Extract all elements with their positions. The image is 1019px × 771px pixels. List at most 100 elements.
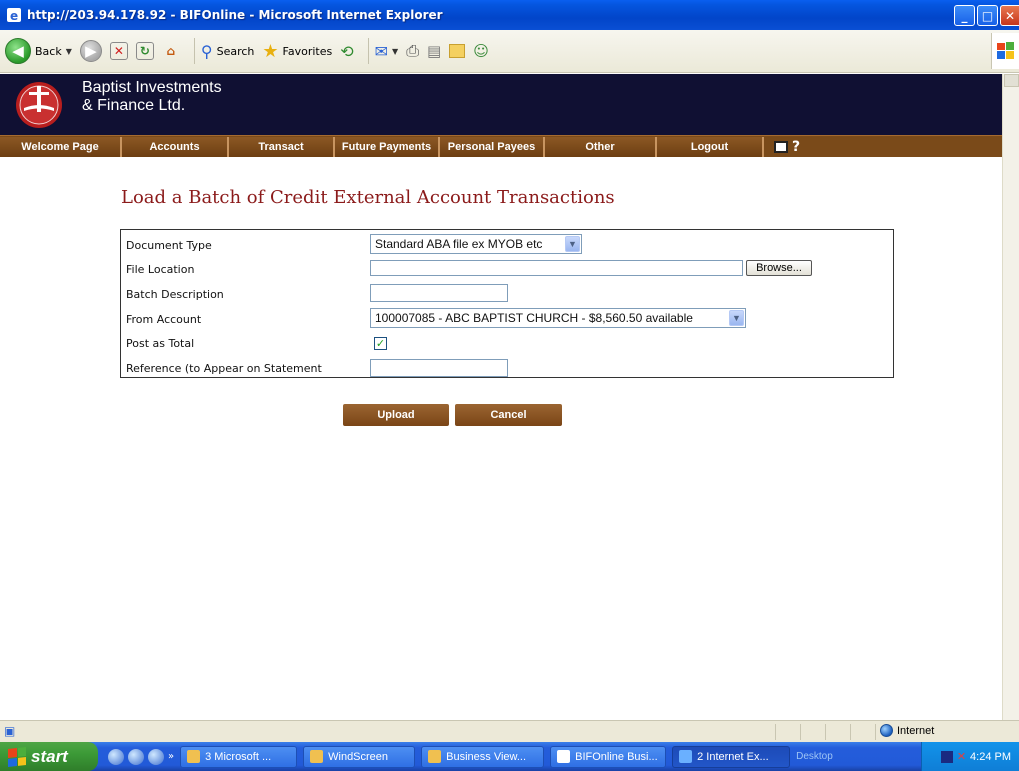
app-icon xyxy=(310,750,324,763)
document-type-value: Standard ABA file ex MYOB etc xyxy=(375,237,543,251)
taskbar-button-label: 2 Internet Ex... xyxy=(697,750,769,763)
nav-future-payments[interactable]: Future Payments xyxy=(335,136,440,157)
refresh-button[interactable]: ↻ xyxy=(135,42,154,60)
notes-button[interactable] xyxy=(449,44,466,58)
page-title: Load a Batch of Credit External Account … xyxy=(121,187,615,208)
taskbar-button-business-view[interactable]: Business View... xyxy=(421,745,545,768)
status-divider xyxy=(800,724,801,740)
help-icon[interactable]: ? xyxy=(792,139,800,155)
window-titlebar: e http://203.94.178.92 - BIFOnline - Mic… xyxy=(0,0,1019,30)
taskbar-button-label: BIFOnline Busi... xyxy=(575,750,658,763)
tray-network-icon[interactable]: ✕ xyxy=(957,750,966,763)
vertical-scrollbar[interactable] xyxy=(1002,74,1019,720)
post-as-total-label: Post as Total xyxy=(126,336,195,350)
security-zone: Internet xyxy=(880,724,934,737)
page-status-icon: ▣ xyxy=(4,724,16,738)
desktop-toolbar-label[interactable]: Desktop xyxy=(796,751,833,762)
from-account-select[interactable]: 100007085 - ABC BAPTIST CHURCH - $8,560.… xyxy=(370,308,746,328)
toolbar-separator xyxy=(367,38,369,64)
ie-icon: e xyxy=(7,8,21,23)
forward-button[interactable]: ▶ xyxy=(79,40,102,62)
taskbar-button-label: Business View... xyxy=(446,750,527,763)
bank-name-line1: Baptist Investments xyxy=(82,79,222,96)
document-type-label: Document Type xyxy=(126,238,212,252)
reference-label: Reference (to Appear on Statement xyxy=(126,361,322,375)
tray-icon[interactable] xyxy=(940,750,953,763)
nav-accounts[interactable]: Accounts xyxy=(122,136,229,157)
taskbar-button-label: WindScreen xyxy=(328,750,389,763)
quick-launch-icon[interactable] xyxy=(148,748,164,765)
file-location-input[interactable] xyxy=(370,260,743,276)
window-title: http://203.94.178.92 - BIFOnline - Micro… xyxy=(27,8,443,22)
home-icon: ⌂ xyxy=(166,44,176,58)
site-nav: Welcome Page Accounts Transact Future Pa… xyxy=(0,135,1002,157)
favorites-label: Favorites xyxy=(282,44,333,58)
messenger-button[interactable]: ☺ xyxy=(473,42,489,60)
from-account-label: From Account xyxy=(126,312,202,326)
taskbar-button-internet-explorer[interactable]: 2 Internet Ex... xyxy=(672,745,791,768)
chevron-down-icon: ▼ xyxy=(729,310,744,326)
app-icon xyxy=(187,750,201,763)
toolbar-separator xyxy=(193,38,195,64)
messenger-icon: ☺ xyxy=(473,42,489,60)
forward-arrow-icon: ▶ xyxy=(79,40,102,62)
start-label: start xyxy=(31,746,68,766)
search-button[interactable]: ⚲ Search xyxy=(201,42,255,61)
home-button[interactable]: ⌂ xyxy=(162,42,180,60)
batch-upload-form: Document Type Standard ABA file ex MYOB … xyxy=(120,229,894,378)
nav-transact[interactable]: Transact xyxy=(229,136,335,157)
search-icon: ⚲ xyxy=(200,41,213,61)
mail-button[interactable]: ✉ ▼ xyxy=(375,42,399,61)
taskbar-button-bifonline[interactable]: BIFOnline Busi... xyxy=(550,745,667,768)
nav-welcome-page[interactable]: Welcome Page xyxy=(0,136,122,157)
history-button[interactable]: ⟲ xyxy=(340,42,353,61)
quick-launch-icon[interactable] xyxy=(128,748,144,765)
edit-button[interactable]: ▤ xyxy=(427,42,441,60)
nav-other[interactable]: Other xyxy=(545,136,657,157)
status-divider xyxy=(850,724,851,740)
close-button[interactable]: ✕ xyxy=(1000,5,1019,26)
print-button[interactable]: ⎙ xyxy=(406,41,419,61)
upload-button[interactable]: Upload xyxy=(343,404,449,426)
site-banner: Baptist Investments & Finance Ltd. xyxy=(0,74,1002,135)
page-viewport: Baptist Investments & Finance Ltd. Welco… xyxy=(0,74,1019,720)
file-location-label: File Location xyxy=(126,262,195,276)
checkmark-icon: ✓ xyxy=(375,337,386,350)
batch-description-input[interactable] xyxy=(370,284,508,302)
back-label: Back xyxy=(35,44,62,58)
maximize-button[interactable]: □ xyxy=(977,5,998,26)
browse-button[interactable]: Browse... xyxy=(746,260,812,276)
zone-label: Internet xyxy=(897,724,935,737)
windows-flag-icon xyxy=(8,746,26,767)
favorites-star-icon: ★ xyxy=(262,40,279,62)
quick-launch-icon[interactable] xyxy=(108,748,124,765)
post-as-total-checkbox[interactable]: ✓ xyxy=(374,337,387,350)
print-page-icon[interactable] xyxy=(774,140,788,153)
stop-button[interactable]: ✕ xyxy=(109,42,128,60)
back-button[interactable]: ◀ Back ▼ xyxy=(5,38,72,64)
windows-flag-icon xyxy=(996,42,1014,59)
favorites-button[interactable]: ★ Favorites xyxy=(262,41,332,62)
cancel-button[interactable]: Cancel xyxy=(455,404,562,426)
search-label: Search xyxy=(216,44,255,58)
taskbar: start » 3 Microsoft ... WindScreen Busin… xyxy=(0,742,1019,771)
back-dropdown-icon[interactable]: ▼ xyxy=(66,47,72,56)
status-divider xyxy=(825,724,826,740)
document-type-select[interactable]: Standard ABA file ex MYOB etc ▼ xyxy=(370,234,582,254)
status-bar: ▣ Internet xyxy=(0,720,1019,742)
start-button[interactable]: start xyxy=(0,742,98,771)
document-icon xyxy=(557,750,571,763)
scrollbar-up-arrow[interactable] xyxy=(1004,74,1019,87)
taskbar-button-microsoft[interactable]: 3 Microsoft ... xyxy=(180,745,298,768)
mail-dropdown-icon[interactable]: ▼ xyxy=(392,47,398,56)
minimize-button[interactable]: _ xyxy=(954,5,975,26)
nav-personal-payees[interactable]: Personal Payees xyxy=(440,136,545,157)
ie-icon xyxy=(679,750,693,763)
reference-input[interactable] xyxy=(370,359,508,377)
nav-logout[interactable]: Logout xyxy=(657,136,764,157)
bank-name: Baptist Investments & Finance Ltd. xyxy=(82,79,222,115)
chevron-right-icon[interactable]: » xyxy=(168,751,174,762)
bank-name-line2: & Finance Ltd. xyxy=(82,97,186,114)
folder-icon xyxy=(449,44,466,58)
taskbar-button-windscreen[interactable]: WindScreen xyxy=(303,745,416,768)
